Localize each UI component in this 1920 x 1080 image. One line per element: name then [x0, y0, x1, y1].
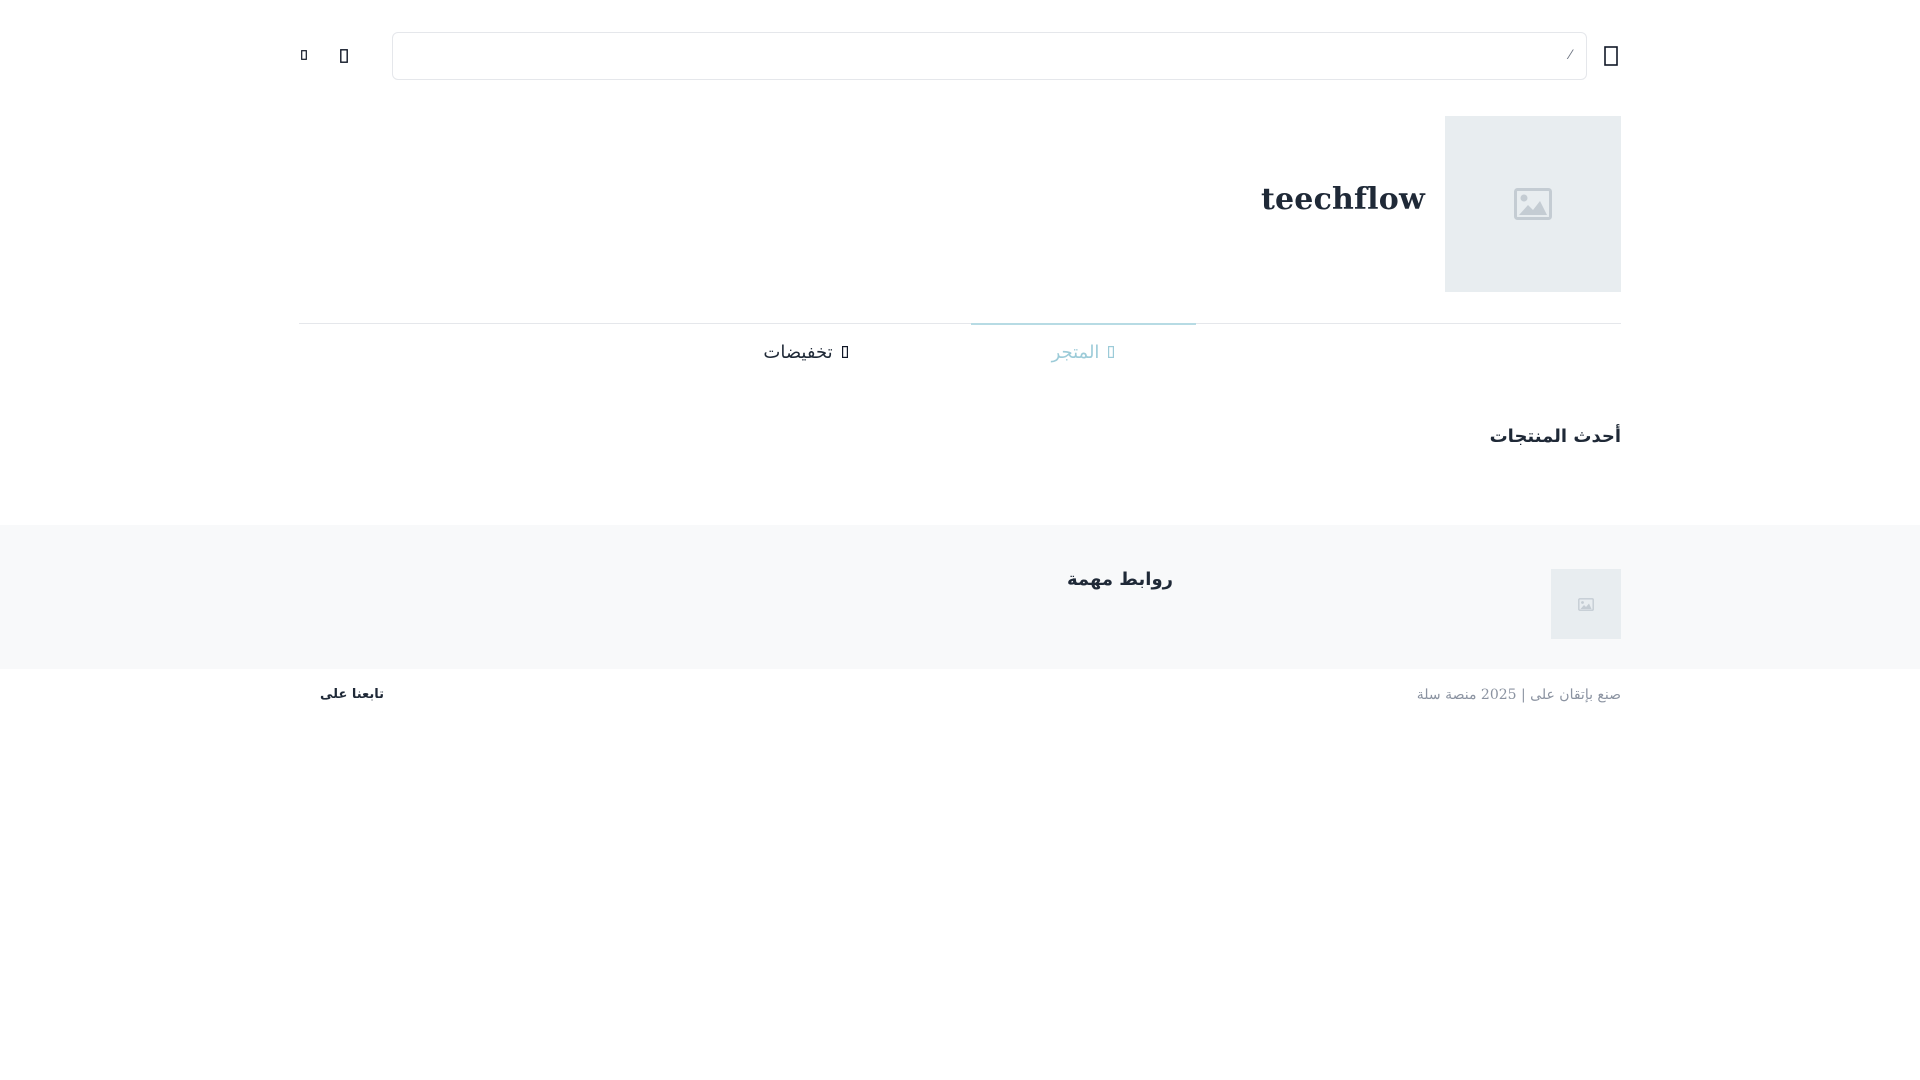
main-nav: المتجر تخفيضات	[299, 323, 1621, 379]
store-name: teechflow	[1260, 182, 1425, 217]
copyright-text: صنع بإتقان على | 2025 منصة سلة	[1416, 687, 1621, 703]
store-logo	[1445, 116, 1621, 292]
search-input[interactable]	[393, 33, 1586, 79]
tag-icon	[841, 344, 849, 360]
footer: روابط مهمة	[0, 525, 1920, 669]
store-icon	[1107, 344, 1115, 360]
user-icon[interactable]	[337, 45, 351, 67]
image-placeholder-icon	[1578, 597, 1594, 611]
nav-item-sale[interactable]: تخفيضات	[721, 324, 891, 380]
footer-logo	[1551, 569, 1621, 639]
search-bar[interactable]: ⁄	[392, 32, 1587, 80]
nav-item-label: تخفيضات	[763, 341, 833, 363]
bottom-bar: صنع بإتقان على | 2025 منصة سلة تابعنا عل…	[299, 683, 1621, 707]
latest-products-title: أحدث المنتجات	[1489, 426, 1621, 447]
search-icon: ⁄	[1569, 46, 1572, 62]
image-placeholder-icon	[1514, 188, 1552, 220]
store-hero: teechflow	[299, 116, 1621, 292]
site-header: ⁄	[299, 32, 1621, 80]
menu-icon[interactable]	[1601, 44, 1621, 68]
important-links-title: روابط مهمة	[1066, 569, 1173, 590]
cart-icon[interactable]	[299, 47, 309, 63]
nav-item-store[interactable]: المتجر	[971, 323, 1196, 379]
nav-item-label: المتجر	[1051, 341, 1100, 363]
follow-us-label: تابعنا على	[320, 687, 385, 702]
